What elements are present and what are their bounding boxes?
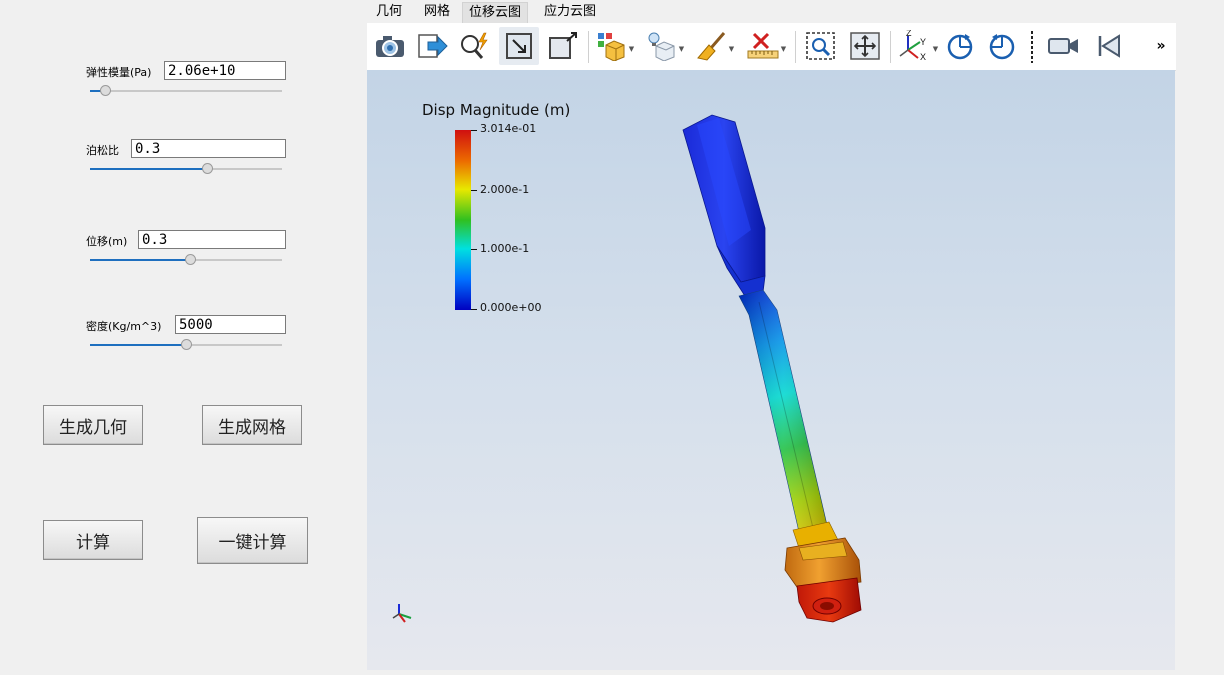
query-icon[interactable] — [455, 27, 495, 65]
elastic-modulus-label: 弹性模量(Pa) — [86, 66, 152, 79]
first-frame-icon[interactable] — [1089, 27, 1129, 65]
displacement-model — [682, 114, 862, 623]
density-slider[interactable] — [90, 338, 282, 352]
rotate-ccw-icon[interactable] — [983, 27, 1021, 65]
video-camera-icon[interactable] — [1043, 27, 1085, 65]
slider-handle[interactable] — [202, 163, 214, 174]
camera-icon[interactable] — [371, 27, 409, 65]
displacement-label: 位移(m) — [86, 235, 128, 248]
poisson-ratio-input[interactable]: 0.3 — [131, 139, 286, 158]
menu-displacement-contour[interactable]: 位移云图 — [462, 2, 529, 23]
one-click-compute-button[interactable]: 一键计算 — [197, 517, 308, 564]
generate-mesh-button[interactable]: 生成网格 — [202, 405, 302, 445]
slider-handle[interactable] — [100, 85, 112, 96]
select-zoom-icon[interactable] — [801, 27, 841, 65]
clear-broom-icon[interactable]: ▼ — [693, 27, 737, 65]
svg-text:Z: Z — [906, 30, 912, 38]
density-input[interactable]: 5000 — [175, 315, 286, 334]
light-cube-icon[interactable]: ▼ — [643, 27, 687, 65]
export-icon[interactable] — [413, 27, 451, 65]
poisson-ratio-slider[interactable] — [90, 162, 282, 176]
compute-button[interactable]: 计算 — [43, 520, 143, 560]
ruler-delete-icon[interactable]: ▼ — [743, 27, 789, 65]
menu-stress-contour[interactable]: 应力云图 — [538, 2, 602, 22]
displacement-slider[interactable] — [90, 253, 282, 267]
generate-geometry-button[interactable]: 生成几何 — [43, 405, 143, 445]
slider-handle[interactable] — [181, 339, 192, 350]
rotate-cw-icon[interactable] — [941, 27, 979, 65]
elastic-modulus-slider[interactable] — [90, 84, 282, 98]
svg-text:X: X — [920, 52, 926, 62]
cube-colors-icon[interactable]: ▼ — [593, 27, 637, 65]
orientation-axes-icon — [392, 604, 412, 623]
zoom-to-box-icon[interactable] — [499, 27, 539, 65]
reset-view-icon[interactable] — [543, 27, 583, 65]
slider-handle[interactable] — [184, 254, 196, 265]
toolbar: ▼ ▼ ▼ ▼ ZYX ▼ » — [367, 23, 1176, 71]
render-viewport[interactable]: Disp Magnitude (m) 3.014e-01 2.000e-1 1.… — [367, 70, 1175, 670]
toolbar-overflow-button[interactable]: » — [1151, 27, 1171, 65]
density-label: 密度(Kg/m^3) — [86, 320, 162, 333]
displacement-input[interactable]: 0.3 — [138, 230, 286, 249]
svg-text:Y: Y — [920, 37, 926, 47]
fit-view-icon[interactable] — [845, 27, 885, 65]
menu-geometry[interactable]: 几何 — [370, 2, 408, 22]
poisson-ratio-label: 泊松比 — [86, 144, 119, 157]
axes-orient-icon[interactable]: ZYX ▼ — [897, 27, 939, 65]
elastic-modulus-input[interactable]: 2.06e+10 — [164, 61, 286, 80]
menu-mesh[interactable]: 网格 — [418, 2, 456, 22]
